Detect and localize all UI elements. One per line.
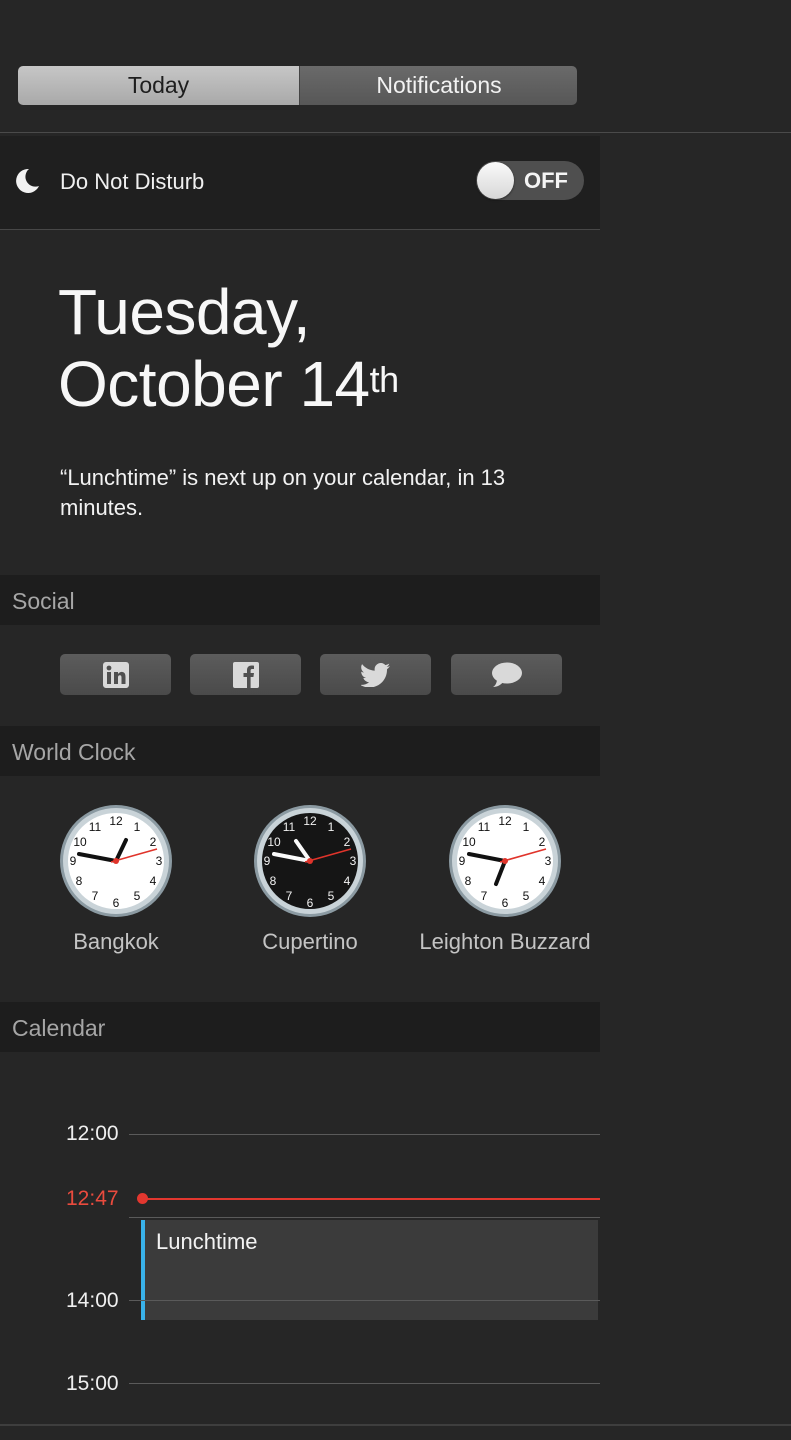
svg-text:4: 4 — [539, 874, 546, 888]
twitter-button[interactable] — [320, 654, 431, 695]
svg-text:8: 8 — [76, 874, 83, 888]
svg-text:1: 1 — [328, 820, 335, 834]
date-weekday: Tuesday, — [58, 276, 311, 348]
twitter-icon — [360, 662, 390, 687]
toggle-knob — [477, 162, 514, 199]
svg-text:8: 8 — [465, 874, 472, 888]
calendar-hour-line — [129, 1217, 600, 1218]
calendar-time-label: 14:00 — [66, 1289, 119, 1312]
svg-text:6: 6 — [502, 896, 509, 910]
bottom-divider — [0, 1424, 791, 1426]
svg-text:4: 4 — [150, 874, 157, 888]
svg-text:5: 5 — [523, 889, 530, 903]
current-time-label: 12:47 — [66, 1187, 119, 1210]
calendar-time-label: 15:00 — [66, 1372, 119, 1395]
date-ordinal-suffix: th — [369, 359, 400, 400]
current-time-dot — [137, 1193, 148, 1204]
svg-text:3: 3 — [545, 854, 552, 868]
svg-text:8: 8 — [270, 874, 277, 888]
svg-text:12: 12 — [109, 814, 123, 828]
svg-text:12: 12 — [498, 814, 512, 828]
svg-text:11: 11 — [283, 820, 296, 834]
svg-text:5: 5 — [328, 889, 335, 903]
tab-today[interactable]: Today — [18, 66, 299, 105]
date-month-day: October 14 — [58, 348, 370, 420]
calendar-event-title: Lunchtime — [156, 1229, 258, 1254]
date-heading: Tuesday, October 14th — [58, 276, 399, 420]
world-clock-title: World Clock — [12, 739, 136, 765]
calendar-hour-line — [129, 1383, 600, 1384]
svg-text:9: 9 — [264, 854, 271, 868]
calendar-title: Calendar — [12, 1015, 106, 1041]
svg-text:7: 7 — [92, 889, 99, 903]
do-not-disturb-label: Do Not Disturb — [60, 169, 205, 194]
current-time-line — [143, 1198, 600, 1200]
world-clock-section-header: World Clock — [0, 726, 600, 776]
svg-text:1: 1 — [523, 820, 530, 834]
svg-text:3: 3 — [350, 854, 357, 868]
svg-text:4: 4 — [344, 874, 351, 888]
svg-text:5: 5 — [134, 889, 141, 903]
svg-text:2: 2 — [539, 835, 546, 849]
svg-text:10: 10 — [267, 835, 281, 849]
svg-text:7: 7 — [286, 889, 293, 903]
svg-text:11: 11 — [478, 820, 491, 834]
bangkok-clock-icon: 12 12 345 678 91011 — [60, 805, 172, 917]
clock-city-label: Bangkok — [73, 929, 159, 954]
social-title: Social — [12, 588, 75, 614]
dnd-divider — [0, 229, 600, 230]
svg-text:12: 12 — [303, 814, 317, 828]
calendar-section-header: Calendar — [0, 1002, 600, 1052]
facebook-icon — [232, 661, 259, 688]
svg-text:6: 6 — [307, 896, 314, 910]
calendar-hour-line — [129, 1300, 600, 1301]
svg-text:10: 10 — [73, 835, 87, 849]
header-divider — [0, 132, 791, 133]
calendar-time-label: 12:00 — [66, 1122, 119, 1145]
svg-text:9: 9 — [70, 854, 77, 868]
toggle-state-label: OFF — [524, 168, 568, 193]
svg-text:1: 1 — [134, 820, 141, 834]
svg-text:2: 2 — [150, 835, 157, 849]
next-up-summary: “Lunchtime” is next up on your calendar,… — [60, 465, 506, 520]
messages-icon — [491, 662, 522, 687]
linkedin-icon — [102, 661, 129, 688]
cupertino-clock-icon: 12 12 345 678 91011 — [254, 805, 366, 917]
calendar-hour-line — [129, 1134, 600, 1135]
linkedin-button[interactable] — [60, 654, 171, 695]
clock-city-label: Cupertino — [262, 929, 358, 954]
messages-button[interactable] — [451, 654, 562, 695]
svg-text:11: 11 — [89, 820, 102, 834]
tab-notifications[interactable]: Notifications — [299, 66, 577, 105]
svg-text:7: 7 — [481, 889, 488, 903]
svg-text:9: 9 — [459, 854, 466, 868]
calendar-event[interactable]: Lunchtime — [141, 1220, 598, 1320]
clock-city-label: Leighton Buzzard — [419, 929, 591, 954]
date-month-day-line: October 14th — [58, 348, 399, 420]
facebook-button[interactable] — [190, 654, 301, 695]
do-not-disturb-toggle[interactable]: OFF — [476, 161, 584, 200]
leighton-buzzard-clock-icon: 12 12 345 678 91011 — [449, 805, 561, 917]
svg-text:10: 10 — [462, 835, 476, 849]
svg-text:6: 6 — [113, 896, 120, 910]
svg-text:2: 2 — [344, 835, 351, 849]
svg-text:3: 3 — [156, 854, 163, 868]
social-section-header: Social — [0, 575, 600, 625]
moon-icon — [16, 168, 39, 193]
view-switcher: Today Notifications — [18, 66, 577, 105]
